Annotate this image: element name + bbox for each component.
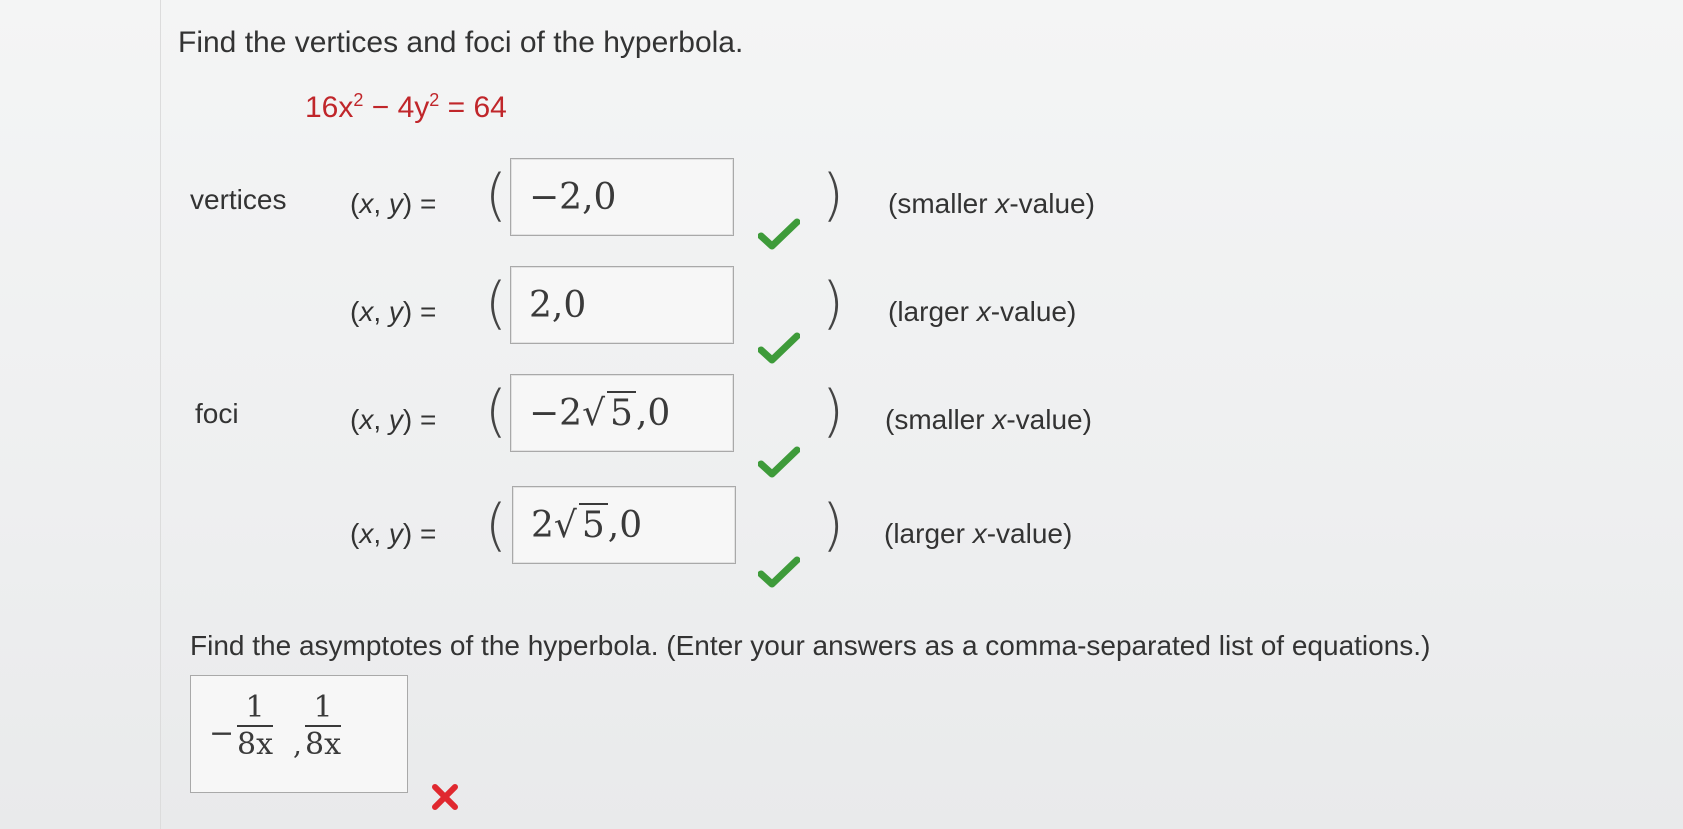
close-paren: ) [822,163,844,228]
xy-label: (x, y) = [350,188,437,219]
foci-label: foci [195,398,239,429]
vertex-2-value: 2,0 [529,284,587,326]
equation-term-1: 16x [305,91,354,124]
focus-1-hint: (smaller x-value) [885,404,1092,435]
close-paren: ) [822,271,844,336]
focus-1-coefficient: −2 [529,392,583,434]
asymptotes-prompt: Find the asymptotes of the hyperbola. (E… [190,630,1431,661]
open-paren: ( [485,271,507,336]
equation-rhs: = 64 [439,91,507,124]
question-title: Find the vertices and foci of the hyperb… [178,26,744,59]
open-paren: ( [485,379,507,444]
open-paren: ( [485,493,507,558]
checkmark-icon [758,556,800,588]
focus-2-tail: ,0 [607,504,643,546]
focus-1-radicand: 5 [607,390,636,434]
close-paren: ) [822,493,844,558]
xy-label: (x, y) = [350,404,437,435]
x-mark-icon [432,784,458,810]
equation-exponent-1: 2 [353,90,364,110]
focus-2-hint: (larger x-value) [884,518,1073,549]
vertex-2-hint: (larger x-value) [888,296,1077,327]
sqrt-icon: √ [582,392,606,434]
xy-label: (x, y) = [350,518,437,549]
focus-2-radicand: 5 [578,502,608,546]
vertex-1-value: −2,0 [529,176,617,218]
vertex-1-input[interactable]: −2,0 [510,158,734,236]
xy-label: (x, y) = [350,296,437,327]
focus-1-tail: ,0 [635,392,671,434]
focus-2-coefficient: 2 [531,504,554,546]
asymptote-minus: − [209,716,235,751]
asymptote-fraction-1: 1 8x [237,690,274,762]
page-divider [160,0,161,829]
vertex-1-hint: (smaller x-value) [888,188,1095,219]
focus-1-input[interactable]: −2 √ 5,0 [510,374,734,452]
equation-exponent-2: 2 [429,90,440,110]
hyperbola-equation: 16x2 − 4y2 = 64 [305,90,507,125]
checkmark-icon [758,332,800,364]
close-paren: ) [822,379,844,444]
focus-2-input[interactable]: 2 √ 5,0 [512,486,736,564]
open-paren: ( [485,163,507,228]
vertices-label: vertices [190,184,287,215]
vertex-2-input[interactable]: 2,0 [510,266,734,344]
asymptote-comma: , [293,728,302,761]
checkmark-icon [758,446,800,478]
asymptotes-input[interactable]: − 1 8x , 1 8x [190,675,408,793]
equation-term-2: − 4y [363,91,430,124]
sqrt-icon: √ [553,504,577,546]
checkmark-icon [758,218,800,250]
problem-page: Find the vertices and foci of the hyperb… [0,0,1683,829]
asymptote-fraction-2: 1 8x [305,690,342,762]
